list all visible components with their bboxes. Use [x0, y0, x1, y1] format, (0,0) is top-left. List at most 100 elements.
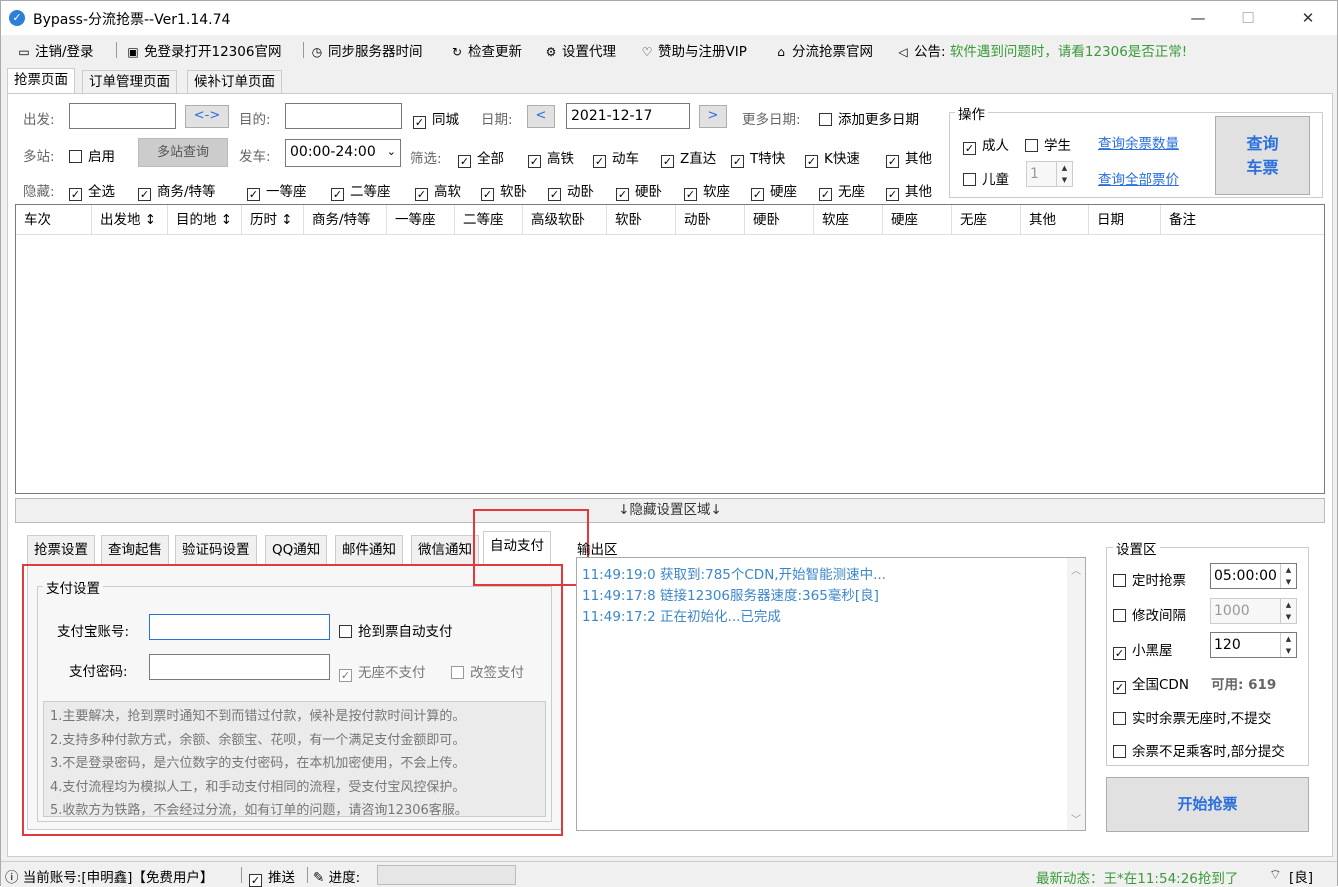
hide-ruanwo-checkbox[interactable]: ✓ 软卧 [481, 180, 527, 201]
tab-qq-notify[interactable]: QQ通知 [265, 535, 328, 565]
hide-other-checkbox[interactable]: ✓ 其他 [886, 180, 932, 201]
to-input[interactable] [285, 103, 402, 129]
date-label: 日期: [481, 112, 513, 128]
blackroom-spinner[interactable]: 120 ▲ ▼ [1210, 632, 1297, 658]
blackroom-checkbox[interactable]: ✓ 小黑屋 [1113, 639, 1173, 660]
hide-first-class-checkbox[interactable]: ✓ 一等座 [247, 180, 307, 201]
maximize-button[interactable]: ☐ [1225, 1, 1271, 35]
from-label: 出发: [23, 112, 55, 128]
proxy-menu-item[interactable]: ⚙ 设置代理 [544, 40, 616, 60]
tab-grab-settings[interactable]: 抢票设置 [27, 535, 95, 565]
same-city-checkbox[interactable]: ✓ 同城 [413, 108, 459, 129]
partial-submit-checkbox[interactable]: 余票不足乘客时,部分提交 [1113, 740, 1285, 760]
col-from[interactable]: 出发地 ↕ [92, 205, 168, 235]
hide-dongwo-checkbox[interactable]: ✓ 动卧 [548, 180, 594, 201]
output-title: 输出区 [577, 542, 618, 558]
more-dates-label: 更多日期: [742, 112, 801, 128]
minimize-button[interactable]: — [1175, 1, 1221, 35]
push-checkbox[interactable]: ✓ 推送 [249, 866, 295, 887]
timed-grab-spinner[interactable]: 05:00:00 ▲ ▼ [1210, 563, 1297, 589]
gear-icon: ⚙ [545, 45, 557, 59]
spinner-arrows-icon: ▲ ▼ [1280, 564, 1296, 588]
col-to[interactable]: 目的地 ↕ [168, 205, 242, 235]
official-site-menu-item[interactable]: ⌂ 分流抢票官网 [774, 40, 873, 60]
child-count-spinner[interactable]: 1 ▲ ▼ [1026, 161, 1073, 187]
col-first[interactable]: 一等座 [387, 205, 455, 235]
date-input[interactable]: 2021-12-17 [566, 103, 690, 129]
col-soft-sleeper[interactable]: 软卧 [607, 205, 676, 235]
scroll-up-icon: ︿ [1071, 566, 1081, 577]
prev-date-button[interactable]: < [527, 105, 555, 128]
multi-query-button[interactable]: 多站查询 [138, 138, 228, 167]
interval-spinner[interactable]: 1000 ▲ ▼ [1210, 598, 1297, 624]
tab-captcha[interactable]: 验证码设置 [175, 535, 257, 565]
col-duration[interactable]: 历时 ↕ [242, 205, 304, 235]
col-hard-seat[interactable]: 硬座 [883, 205, 952, 235]
train-results-table[interactable]: 车次 出发地 ↕ 目的地 ↕ 历时 ↕ 商务/特等 一等座 二等座 高级软卧 软… [15, 204, 1325, 494]
tab-grab-tickets[interactable]: 抢票页面 [7, 68, 75, 95]
col-business[interactable]: 商务/特等 [304, 205, 387, 235]
spinner-arrows-icon: ▲ ▼ [1280, 599, 1296, 623]
filter-z-checkbox[interactable]: ✓ Z直达 [661, 147, 716, 168]
col-hard-sleeper[interactable]: 硬卧 [745, 205, 814, 235]
from-input[interactable] [69, 103, 176, 129]
log-line: 11:49:19:0 获取到:785个CDN,开始智能测速中... [582, 567, 886, 583]
query-tickets-button[interactable]: 查询 车票 [1215, 116, 1310, 195]
interval-checkbox[interactable]: 修改间隔 [1113, 604, 1186, 624]
signal-status: [良] [1289, 870, 1314, 886]
logout-menu-item[interactable]: ▭ 注销/登录 [17, 40, 93, 60]
tab-orders[interactable]: 订单管理页面 [82, 70, 177, 94]
sync-time-menu-item[interactable]: ◷ 同步服务器时间 [310, 40, 423, 60]
vip-menu-item[interactable]: ♡ 赞助与注册VIP [640, 40, 747, 60]
col-no-seat[interactable]: 无座 [952, 205, 1021, 235]
monitor-icon: ▭ [18, 45, 30, 59]
output-log[interactable]: 11:49:19:0 获取到:785个CDN,开始智能测速中... 11:49:… [576, 557, 1086, 831]
filter-gaotie-checkbox[interactable]: ✓ 高铁 [528, 147, 574, 168]
hide-yingzuo-checkbox[interactable]: ✓ 硬座 [751, 180, 797, 201]
title-bar: ✓ Bypass-分流抢票--Ver1.14.74 — ☐ ✕ [1, 1, 1337, 35]
query-price-link[interactable]: 查询全部票价 [1098, 168, 1179, 188]
child-checkbox[interactable]: 儿童 [963, 168, 1009, 188]
col-soft-seat[interactable]: 软座 [814, 205, 883, 235]
check-update-menu-item[interactable]: ↻ 检查更新 [450, 40, 522, 60]
col-remark[interactable]: 备注 [1161, 205, 1324, 235]
start-grab-button[interactable]: 开始抢票 [1106, 777, 1309, 832]
adult-checkbox[interactable]: ✓ 成人 [963, 134, 1009, 155]
hide-business-checkbox[interactable]: ✓ 商务/特等 [138, 180, 216, 201]
hide-yingwo-checkbox[interactable]: ✓ 硬卧 [616, 180, 662, 201]
next-date-button[interactable]: > [699, 105, 727, 128]
hide-settings-toggle[interactable]: ↓隐藏设置区域↓ [15, 498, 1325, 523]
log-scrollbar[interactable]: ︿ ﹀ [1067, 558, 1085, 830]
depart-time-select[interactable]: 00:00-24:00 ⌄ [285, 139, 401, 167]
col-date[interactable]: 日期 [1089, 205, 1161, 235]
timed-grab-checkbox[interactable]: 定时抢票 [1113, 569, 1186, 589]
enable-multi-checkbox[interactable]: 启用 [69, 145, 115, 165]
student-checkbox[interactable]: 学生 [1025, 134, 1071, 154]
col-emu-sleeper[interactable]: 动卧 [676, 205, 745, 235]
tab-waitlist-orders[interactable]: 候补订单页面 [187, 70, 282, 94]
open-12306-menu-item[interactable]: ▣ 免登录打开12306官网 [126, 40, 281, 60]
col-second[interactable]: 二等座 [455, 205, 523, 235]
realtime-no-seat-checkbox[interactable]: 实时余票无座时,不提交 [1113, 707, 1271, 727]
col-other[interactable]: 其他 [1021, 205, 1089, 235]
hide-all-checkbox[interactable]: ✓ 全选 [69, 180, 115, 201]
filter-dongche-checkbox[interactable]: ✓ 动车 [593, 147, 639, 168]
filter-all-checkbox[interactable]: ✓ 全部 [458, 147, 504, 168]
hide-gaoruan-checkbox[interactable]: ✓ 高软 [415, 180, 461, 201]
col-premium-sleeper[interactable]: 高级软卧 [523, 205, 607, 235]
query-count-link[interactable]: 查询余票数量 [1098, 132, 1179, 152]
filter-other-checkbox[interactable]: ✓ 其他 [886, 147, 932, 168]
tab-wechat-notify[interactable]: 微信通知 [411, 535, 479, 565]
tab-presale[interactable]: 查询起售 [101, 535, 169, 565]
hide-second-class-checkbox[interactable]: ✓ 二等座 [331, 180, 391, 201]
hide-wuzuo-checkbox[interactable]: ✓ 无座 [819, 180, 865, 201]
filter-t-checkbox[interactable]: ✓ T特快 [731, 147, 785, 168]
close-button[interactable]: ✕ [1285, 1, 1331, 35]
col-train-no[interactable]: 车次 [16, 205, 92, 235]
swap-button[interactable]: <-> [185, 105, 229, 128]
tab-mail-notify[interactable]: 邮件通知 [335, 535, 403, 565]
add-dates-checkbox[interactable]: 添加更多日期 [819, 108, 919, 128]
hide-ruanzuo-checkbox[interactable]: ✓ 软座 [684, 180, 730, 201]
filter-k-checkbox[interactable]: ✓ K快速 [805, 147, 860, 168]
national-cdn-checkbox[interactable]: ✓ 全国CDN [1113, 673, 1189, 694]
